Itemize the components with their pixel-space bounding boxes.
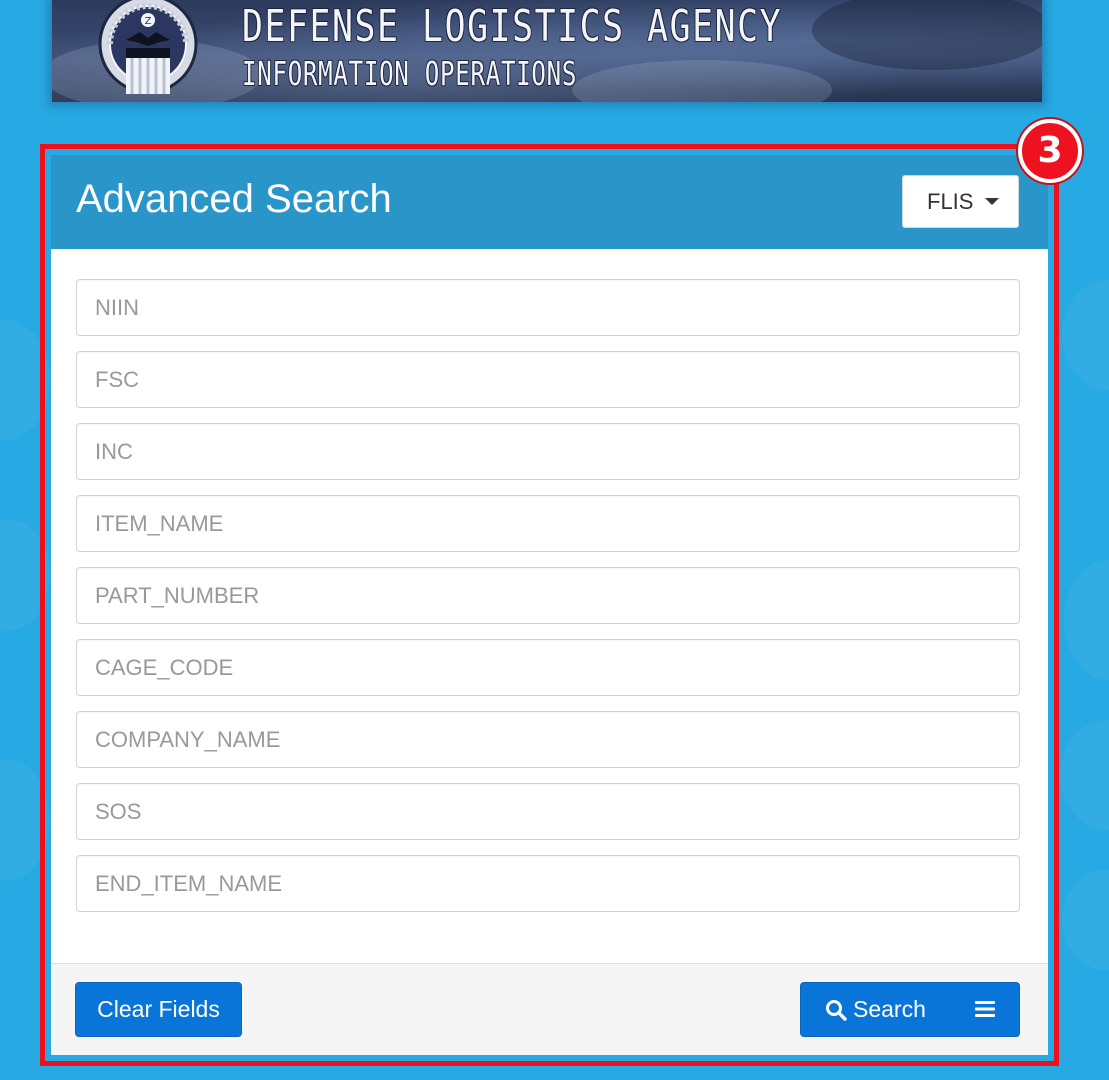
header-banner: Z DEFENSE LOGISTICS AGENCY INFORMATION O… [52,0,1042,102]
advanced-search-panel: Advanced Search FLIS Clear Fields Search [51,155,1048,1055]
database-select-dropdown[interactable]: FLIS [902,175,1019,228]
dropdown-selected-value: FLIS [927,188,974,214]
search-icon [826,999,847,1021]
clear-fields-label: Clear Fields [97,996,220,1022]
panel-footer: Clear Fields Search [51,963,1048,1055]
clear-fields-button[interactable]: Clear Fields [75,982,242,1037]
hamburger-menu-icon[interactable] [975,1000,995,1018]
svg-text:Z: Z [145,16,152,27]
background-decoration [0,320,50,440]
background-decoration [1062,870,1109,970]
search-button-label: Search [853,996,926,1022]
banner-subtitle: INFORMATION OPERATIONS [242,54,578,93]
caret-down-icon [985,198,1000,205]
part-number-field[interactable] [76,567,1020,624]
fsc-field[interactable] [76,351,1020,408]
background-decoration [0,760,50,880]
niin-field[interactable] [76,279,1020,336]
item-name-field[interactable] [76,495,1020,552]
dla-seal-icon: Z [98,0,198,94]
page-title: Advanced Search [76,177,392,221]
panel-header: Advanced Search FLIS [51,155,1048,249]
background-decoration [1062,280,1109,390]
end-item-name-field[interactable] [76,855,1020,912]
background-decoration [0,520,50,630]
cage-code-field[interactable] [76,639,1020,696]
inc-field[interactable] [76,423,1020,480]
company-name-field[interactable] [76,711,1020,768]
banner-title: DEFENSE LOGISTICS AGENCY [242,1,783,52]
step-number-badge: 3 [1018,119,1082,183]
search-button[interactable]: Search [800,982,1020,1037]
background-decoration [1064,560,1109,680]
sos-field[interactable] [76,783,1020,840]
background-decoration [1060,720,1109,830]
search-form [76,279,1020,927]
